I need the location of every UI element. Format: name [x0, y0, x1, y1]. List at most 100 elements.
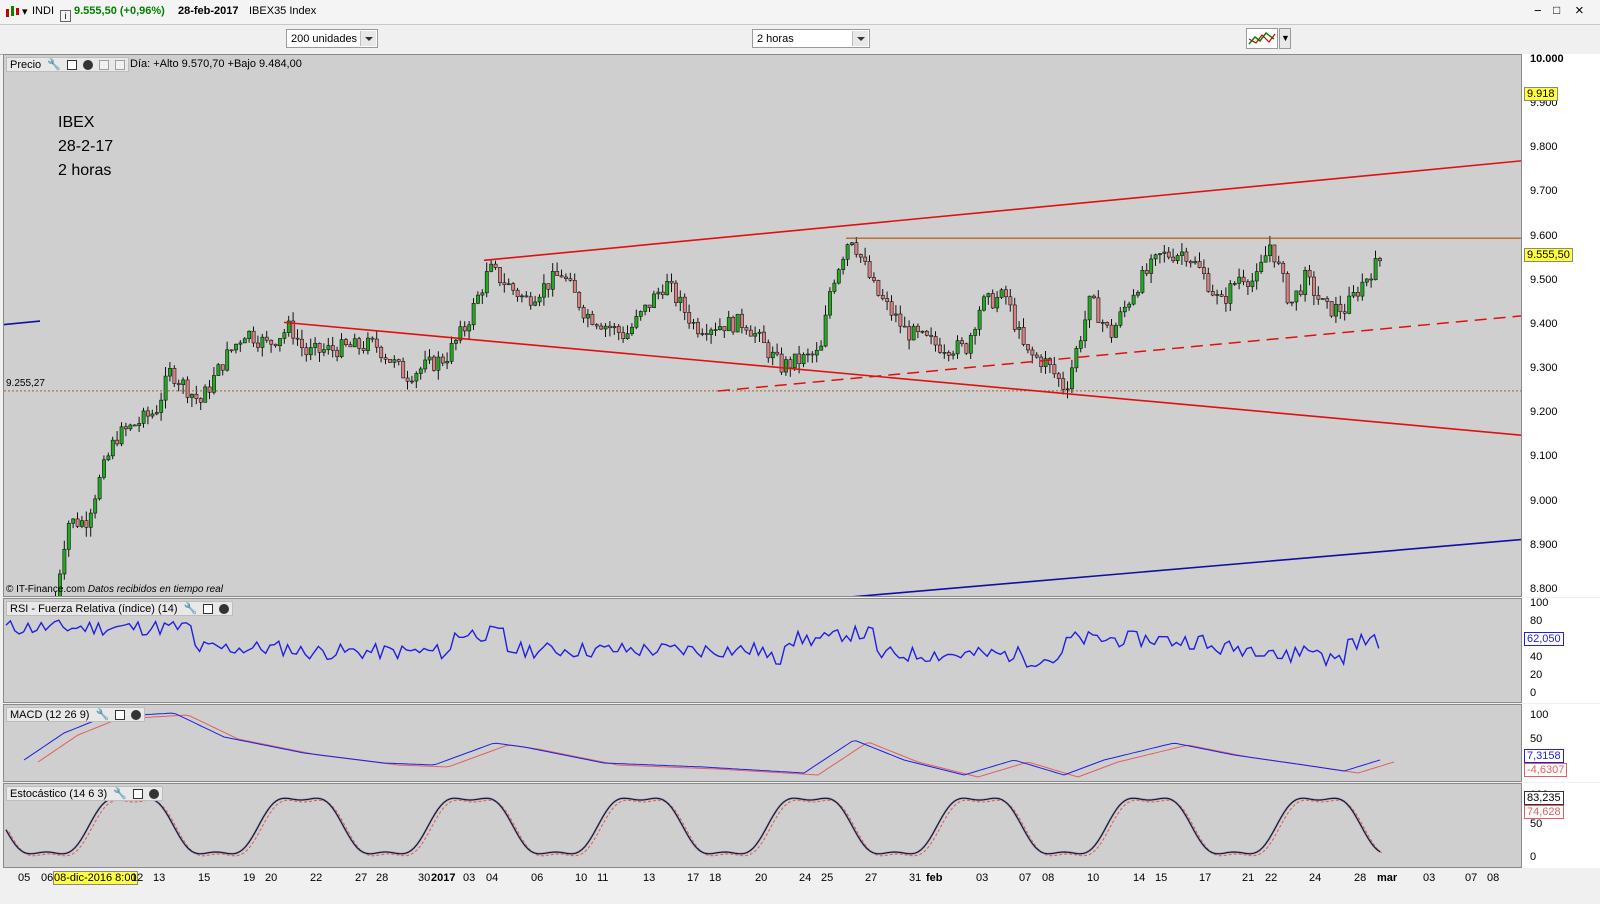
price-candle	[242, 337, 247, 344]
price-candle	[1215, 289, 1220, 305]
price-candle	[524, 291, 529, 298]
price-candle	[141, 407, 146, 428]
time-axis-label: 08-dic-2016 8:00	[53, 871, 138, 885]
price-candle	[528, 292, 533, 310]
maximize-button[interactable]: □	[1553, 3, 1560, 17]
chart-type-icon	[1248, 31, 1276, 45]
chart-type-dropdown[interactable]: ▼	[1279, 28, 1291, 49]
close-circle-icon[interactable]	[219, 604, 230, 615]
price-tick-label: 9.700	[1530, 185, 1558, 197]
price-candle	[1268, 235, 1272, 263]
chart-app-icon[interactable]	[4, 3, 20, 22]
macd-panel-header: MACD (12 26 9) 🔧	[6, 707, 146, 722]
price-candle	[467, 321, 472, 340]
window-icon[interactable]	[115, 710, 126, 721]
price-candle	[608, 321, 612, 337]
price-candle	[1166, 246, 1171, 260]
chart-type-button[interactable]	[1246, 28, 1278, 49]
price-candle	[1210, 284, 1215, 297]
price-candle	[946, 350, 951, 362]
dropdown-arrow-icon[interactable]: ▾	[22, 5, 28, 18]
time-axis-label: 08	[1487, 872, 1500, 884]
stoch-panel[interactable]: Estocástico (14 6 3) 🔧	[3, 783, 1522, 868]
date-label: 28-feb-2017	[178, 5, 239, 17]
price-candle	[1373, 250, 1378, 281]
price-chart[interactable]	[4, 55, 1522, 597]
price-candle	[440, 353, 445, 367]
chevron-down-icon[interactable]	[852, 31, 868, 46]
price-candle	[154, 405, 159, 416]
price-candle	[392, 355, 397, 368]
macd-chart[interactable]	[4, 705, 1522, 782]
price-candle	[212, 367, 216, 395]
price-candle	[106, 452, 111, 462]
close-circle-icon[interactable]	[131, 710, 142, 721]
close-circle-icon[interactable]	[83, 60, 94, 71]
price-candle	[594, 323, 599, 330]
price-candle	[586, 309, 590, 328]
close-button[interactable]: ×	[1575, 2, 1584, 19]
price-candle	[973, 327, 978, 345]
paste-icon[interactable]	[115, 60, 126, 71]
blue-trend-line-left[interactable]	[4, 320, 41, 326]
price-candle	[1338, 295, 1343, 320]
price-candle	[885, 291, 890, 311]
price-candle	[1131, 289, 1136, 306]
price-candle	[1184, 247, 1189, 267]
price-candle	[982, 294, 986, 312]
descending-trend-line[interactable]	[283, 321, 1522, 436]
chevron-down-icon[interactable]	[360, 31, 376, 46]
price-candle	[546, 283, 551, 298]
price-candle	[462, 321, 467, 337]
price-candle	[656, 287, 661, 300]
time-axis-label: 08	[1042, 872, 1055, 884]
price-candle	[929, 327, 934, 345]
wrench-icon[interactable]: 🔧	[113, 787, 127, 800]
price-flag-current: 9.555,50	[1524, 248, 1573, 262]
price-candle	[1096, 290, 1101, 323]
price-candle	[1307, 265, 1312, 286]
interval-select[interactable]: 2 horas	[752, 29, 870, 48]
blue-support-line[interactable]	[824, 538, 1522, 597]
rsi-panel[interactable]: RSI - Fuerza Relativa (índice) (14) 🔧	[3, 598, 1522, 703]
wrench-icon[interactable]: 🔧	[184, 602, 198, 615]
units-select[interactable]: 200 unidades	[286, 29, 378, 48]
window-icon[interactable]	[203, 604, 214, 615]
price-candle	[1378, 256, 1382, 267]
copy-icon[interactable]	[99, 60, 110, 71]
rsi-value: 62,050	[1524, 632, 1564, 646]
rsi-panel-header: RSI - Fuerza Relativa (índice) (14) 🔧	[6, 601, 234, 616]
upper-channel-line[interactable]	[483, 160, 1522, 262]
price-panel[interactable]: Precio 🔧 Día: +Alto 9.570,70 +Bajo 9.484…	[3, 54, 1522, 597]
price-candle	[1140, 266, 1145, 295]
price-candle	[1219, 290, 1224, 298]
window-icon[interactable]	[133, 789, 144, 800]
time-axis-label: 15	[198, 872, 211, 884]
stoch-chart[interactable]	[4, 784, 1522, 868]
price-candle	[894, 305, 898, 323]
close-circle-icon[interactable]	[149, 789, 160, 800]
minimize-button[interactable]: −	[1534, 3, 1542, 18]
price-candle	[616, 323, 621, 341]
price-candle	[370, 336, 375, 343]
price-candle	[955, 335, 960, 359]
price-candle	[511, 282, 516, 295]
price-candle	[788, 356, 793, 377]
price-candle	[1303, 266, 1308, 302]
price-candle	[225, 341, 230, 372]
price-candle	[93, 494, 98, 519]
stoch-panel-title: Estocástico (14 6 3)	[10, 788, 108, 800]
price-candle	[572, 273, 577, 293]
price-candle	[559, 269, 564, 278]
wrench-icon[interactable]: 🔧	[47, 58, 61, 71]
price-candle	[1127, 301, 1132, 311]
price-candle	[168, 362, 172, 382]
wrench-icon[interactable]: 🔧	[96, 708, 110, 721]
price-candle	[484, 262, 489, 298]
price-candle	[814, 342, 819, 363]
price-candle	[229, 349, 234, 353]
annotation-line: 28-2-17	[58, 138, 114, 155]
macd-panel[interactable]: MACD (12 26 9) 🔧	[3, 704, 1522, 782]
window-icon[interactable]	[67, 60, 78, 71]
price-candle	[374, 330, 379, 353]
